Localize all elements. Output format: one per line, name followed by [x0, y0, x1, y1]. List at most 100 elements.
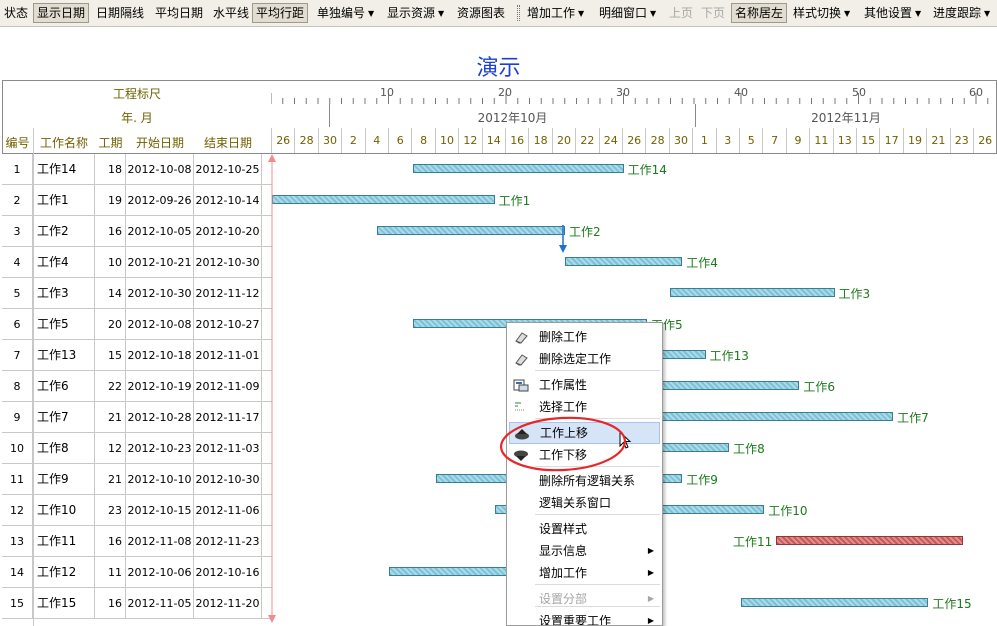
context-menu-item[interactable]: 显示信息 ▶: [509, 540, 660, 562]
context-menu-item[interactable]: 逻辑关系窗口: [509, 492, 660, 514]
toolbar-button[interactable]: 状态: [0, 3, 32, 23]
task-no: 2: [2, 185, 33, 216]
task-end-date: 2012-11-01: [194, 340, 262, 371]
task-end-date: 2012-11-06: [194, 495, 262, 526]
task-end-date: 2012-10-25: [194, 154, 262, 185]
task-duration: 23: [95, 495, 126, 526]
col-header-end[interactable]: 结束日期: [194, 134, 262, 151]
task-no: 8: [2, 371, 33, 402]
table-row[interactable]: 15 工作15 16 2012-11-05 2012-11-20: [2, 588, 272, 619]
toolbar-button[interactable]: 样式切换 ▼: [789, 3, 854, 23]
gantt-bar-label: 工作2: [569, 225, 601, 239]
context-menu: 删除工作 删除选定工作 工作属性 选择工作 工作上移 工作下移 删除所有逻辑关系 逻辑关系窗口…: [506, 322, 663, 626]
task-end-date: 2012-10-27: [194, 309, 262, 340]
context-menu-item[interactable]: 工作属性: [509, 374, 660, 396]
task-name: 工作1: [33, 185, 95, 216]
table-row[interactable]: 7 工作13 15 2012-10-18 2012-11-01: [2, 340, 272, 371]
gantt-bar[interactable]: [740, 598, 929, 607]
gantt-bar-label: 工作14: [627, 163, 667, 177]
task-end-date: 2012-10-30: [194, 247, 262, 278]
task-start-date: 2012-10-18: [126, 340, 194, 371]
task-name: 工作6: [33, 371, 95, 402]
context-menu-item-label: 删除工作: [539, 330, 588, 344]
table-row[interactable]: 4 工作4 10 2012-10-21 2012-10-30: [2, 247, 272, 278]
context-menu-item-label: 工作属性: [539, 378, 588, 392]
day-header-cell: 30: [317, 128, 341, 153]
gantt-bar[interactable]: [389, 567, 519, 576]
toolbar-button[interactable]: 单独编号 ▼: [313, 3, 378, 23]
day-header-cell: 10: [434, 128, 458, 153]
toolbar-button[interactable]: 平均日期: [151, 3, 207, 23]
task-start-date: 2012-10-23: [126, 433, 194, 464]
gantt-bar[interactable]: [412, 164, 624, 173]
gantt-bar[interactable]: [377, 226, 565, 235]
task-duration: 10: [95, 247, 126, 278]
task-start-date: 2012-10-08: [126, 154, 194, 185]
toolbar-button-label: 资源图表: [457, 6, 506, 20]
context-menu-item[interactable]: 增加工作 ▶: [509, 562, 660, 584]
toolbar-button[interactable]: 资源图表: [453, 3, 509, 23]
day-header-cell: 23: [949, 128, 973, 153]
toolbar-button[interactable]: 日期隔线: [92, 3, 148, 23]
toolbar-button[interactable]: 平均行距: [252, 3, 309, 23]
toolbar-button[interactable]: 名称居左: [731, 3, 788, 23]
day-header-cell: 21: [926, 128, 949, 153]
gantt-bar[interactable]: [565, 257, 683, 266]
col-header-start[interactable]: 开始日期: [126, 134, 194, 151]
table-row[interactable]: 9 工作7 21 2012-10-28 2012-11-17: [2, 402, 272, 433]
task-end-date: 2012-10-14: [194, 185, 262, 216]
gantt-bar[interactable]: [647, 412, 894, 421]
context-menu-separator: [535, 606, 660, 607]
table-row[interactable]: 1 工作14 18 2012-10-08 2012-10-25: [2, 154, 272, 185]
toolbar-button[interactable]: 增加工作 ▼: [523, 3, 588, 23]
col-header-no[interactable]: 编号: [2, 134, 33, 151]
table-row[interactable]: 11 工作9 21 2012-10-10 2012-10-30: [2, 464, 272, 495]
gantt-bar-label: 工作8: [733, 442, 765, 456]
task-no: 13: [2, 526, 33, 557]
toolbar-button[interactable]: 显示日期: [33, 3, 90, 23]
col-header-name[interactable]: 工作名称: [33, 134, 95, 151]
ruler-tick-label: 60: [969, 86, 983, 99]
col-header-duration[interactable]: 工期: [95, 134, 126, 151]
toolbar-button[interactable]: 进度跟踪 ▼: [929, 3, 994, 23]
gantt-bar-label: 工作15: [932, 597, 972, 611]
task-no: 6: [2, 309, 33, 340]
toolbar-button[interactable]: 明细窗口 ▼: [595, 3, 660, 23]
task-no: 1: [2, 154, 33, 185]
gantt-bar-label: 工作3: [838, 287, 871, 301]
toolbar-button[interactable]: 下页: [697, 3, 729, 23]
table-row[interactable]: 13 工作11 16 2012-11-08 2012-11-23: [2, 526, 272, 557]
eraser-icon: [515, 332, 528, 344]
day-header-cell: 28: [645, 128, 668, 153]
toolbar-button[interactable]: 显示资源 ▼: [383, 3, 448, 23]
day-header-cell: 26: [271, 128, 294, 153]
toolbar-button-label: 平均日期: [155, 6, 204, 20]
toolbar: 状态 显示日期 日期隔线 平均日期 水平线 平均行距 单独编号 ▼ 显示资源 ▼ 资源图表 增加工作 ▼…: [0, 0, 997, 27]
dropdown-arrow-icon: ▼: [844, 9, 851, 18]
table-row[interactable]: 5 工作3 14 2012-10-30 2012-11-12: [2, 278, 272, 309]
toolbar-button[interactable]: 水平线: [209, 3, 253, 23]
toolbar-button-label: 日期隔线: [96, 6, 145, 20]
context-menu-item[interactable]: 删除工作: [509, 326, 660, 348]
table-row[interactable]: 6 工作5 20 2012-10-08 2012-10-27: [2, 309, 272, 340]
gantt-bar[interactable]: [670, 288, 835, 297]
table-row[interactable]: 3 工作2 16 2012-10-05 2012-10-20: [2, 216, 272, 247]
toolbar-button[interactable]: 其他设置 ▼: [860, 3, 925, 23]
context-menu-item[interactable]: 设置重要工作 ▶: [509, 610, 660, 625]
context-menu-separator: [535, 514, 660, 515]
eraser-icon: [515, 354, 528, 366]
task-start-date: 2012-10-30: [126, 278, 194, 309]
table-row[interactable]: 12 工作10 23 2012-10-15 2012-11-06: [2, 495, 272, 526]
gantt-bar[interactable]: [272, 195, 495, 204]
context-menu-item[interactable]: 删除选定工作: [509, 348, 660, 370]
gantt-bar[interactable]: [775, 536, 964, 545]
table-row[interactable]: 8 工作6 22 2012-10-19 2012-11-09: [2, 371, 272, 402]
toolbar-button-label: 显示资源: [387, 6, 436, 20]
table-row[interactable]: 2 工作1 19 2012-09-26 2012-10-14: [2, 185, 272, 216]
task-start-date: 2012-10-10: [126, 464, 194, 495]
context-menu-item[interactable]: 设置样式: [509, 518, 660, 540]
toolbar-button[interactable]: 上页: [665, 3, 697, 23]
table-row[interactable]: 10 工作8 12 2012-10-23 2012-11-03: [2, 433, 272, 464]
task-end-date: 2012-11-17: [194, 402, 262, 433]
table-row[interactable]: 14 工作12 11 2012-10-06 2012-10-16: [2, 557, 272, 588]
